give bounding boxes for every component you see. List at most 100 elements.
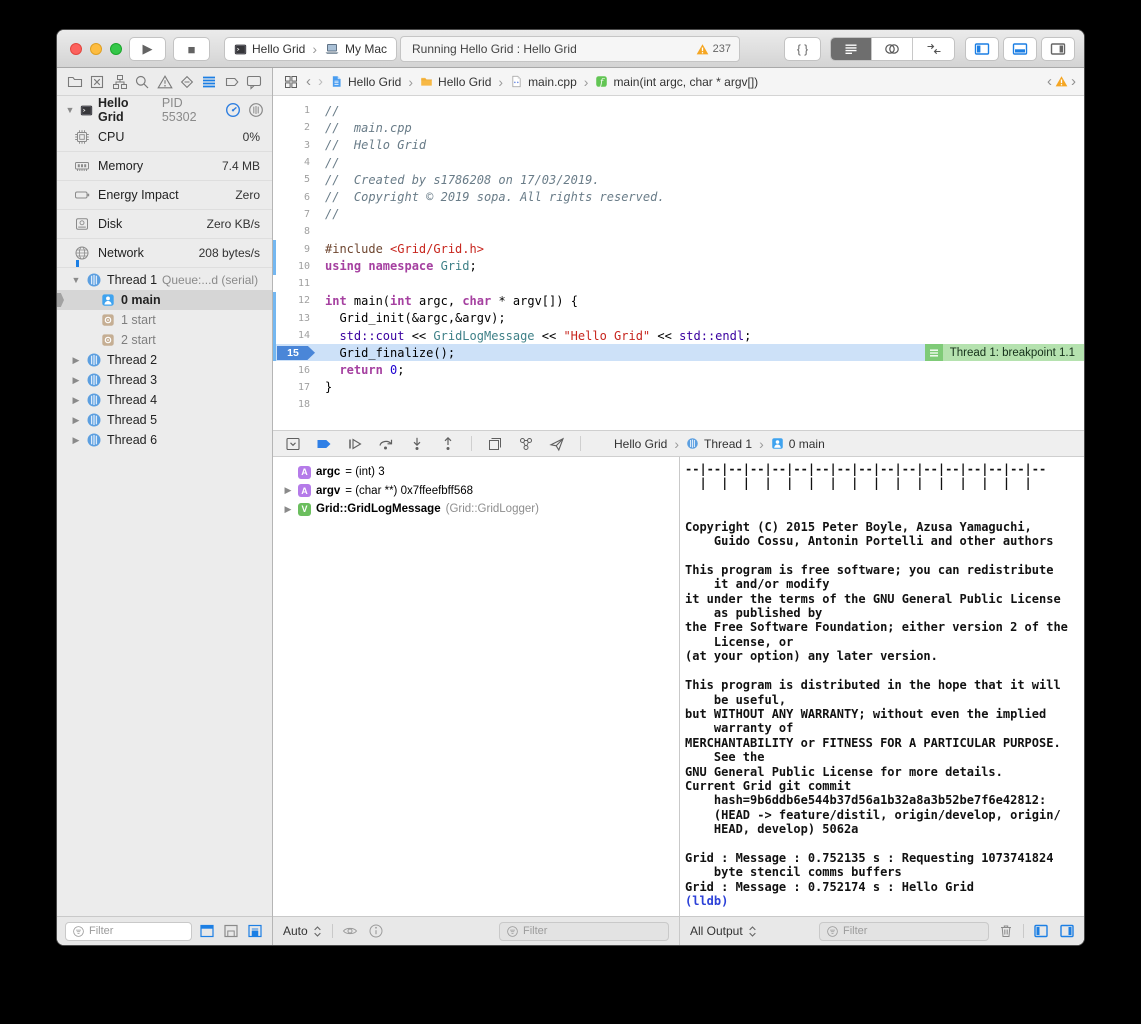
variables-filter-input[interactable] — [523, 925, 662, 937]
thread-row[interactable]: Thread 1Queue:...d (serial) — [57, 270, 272, 290]
line-number-gutter[interactable]: 12 — [273, 295, 317, 306]
code-line[interactable]: 8 — [273, 223, 1084, 240]
show-stack-frames-button[interactable] — [246, 922, 264, 940]
find-navigator-icon[interactable] — [133, 73, 151, 91]
debug-crumb-item[interactable]: 0 main — [771, 437, 825, 451]
library-button[interactable]: { } — [784, 37, 821, 61]
quicklook-button[interactable] — [341, 922, 359, 940]
clear-console-button[interactable] — [997, 922, 1015, 940]
code-line[interactable]: 2// main.cpp — [273, 119, 1084, 136]
variable-row[interactable]: Aargv = (char **) 0x7ffeefbff568 — [273, 482, 679, 501]
disclosure-triangle[interactable] — [283, 485, 293, 496]
warning-count-badge[interactable]: 237 — [696, 43, 731, 56]
disclosure-triangle[interactable] — [71, 415, 81, 426]
symbol-navigator-icon[interactable] — [111, 73, 129, 91]
jumpbar-item[interactable]: Hello Grid — [420, 75, 491, 89]
code-line[interactable]: 15 Grid_finalize();Thread 1: breakpoint … — [273, 344, 1084, 361]
assistant-editor-button[interactable] — [872, 38, 913, 60]
toggle-navigator-button[interactable] — [965, 37, 999, 61]
code-line[interactable]: 11 — [273, 275, 1084, 292]
code-line[interactable]: 12int main(int argc, char * argv[]) { — [273, 292, 1084, 309]
toggle-variables-view-button[interactable] — [1032, 922, 1050, 940]
line-number-gutter[interactable]: 2 — [273, 122, 317, 133]
disclosure-triangle[interactable] — [283, 504, 293, 515]
disclosure-triangle[interactable] — [71, 375, 81, 386]
code-line[interactable]: 7// — [273, 206, 1084, 223]
stack-frame-row[interactable]: 0 main — [57, 290, 272, 310]
breakpoint-annotation[interactable]: Thread 1: breakpoint 1.1 — [925, 344, 1084, 361]
disclosure-triangle[interactable] — [65, 105, 75, 115]
step-over-button[interactable] — [378, 436, 394, 452]
gauge-row[interactable]: Memory7.4 MB — [57, 151, 272, 180]
gauge-row[interactable]: CPU0% — [57, 122, 272, 151]
line-number-gutter[interactable]: 10 — [273, 261, 317, 272]
line-number-gutter[interactable]: 17 — [273, 382, 317, 393]
line-number-gutter[interactable]: 5 — [273, 174, 317, 185]
thread-row[interactable]: Thread 6 — [57, 430, 272, 450]
variables-scope-dropdown[interactable]: Auto — [283, 924, 324, 938]
gauge-row[interactable]: DiskZero KB/s — [57, 209, 272, 238]
step-out-button[interactable] — [440, 436, 456, 452]
thread-row[interactable]: Thread 4 — [57, 390, 272, 410]
minimize-button[interactable] — [90, 43, 102, 55]
test-navigator-icon[interactable] — [178, 73, 196, 91]
line-number-gutter[interactable]: 11 — [273, 278, 317, 289]
line-number-gutter[interactable]: 6 — [273, 192, 317, 203]
code-line[interactable]: 17} — [273, 379, 1084, 396]
process-row[interactable]: Hello Grid PID 55302 — [57, 96, 272, 122]
console-scope-dropdown[interactable]: All Output — [690, 924, 759, 938]
disclosure-triangle[interactable] — [71, 355, 81, 366]
show-crashed-threads-button[interactable] — [222, 922, 240, 940]
disclosure-triangle[interactable] — [71, 395, 81, 406]
print-description-button[interactable] — [367, 922, 385, 940]
toggle-inspector-button[interactable] — [1041, 37, 1075, 61]
previous-issue-button[interactable]: ‹ — [1047, 74, 1052, 89]
line-number-gutter[interactable]: 4 — [273, 157, 317, 168]
thread-row[interactable]: Thread 5 — [57, 410, 272, 430]
gauge-row[interactable]: Energy ImpactZero — [57, 180, 272, 209]
variables-filter-field[interactable] — [499, 922, 669, 941]
line-number-gutter[interactable]: 18 — [273, 399, 317, 410]
view-hierarchy-button[interactable] — [487, 436, 503, 452]
disclosure-triangle[interactable] — [71, 435, 81, 446]
line-number-gutter[interactable]: 14 — [273, 330, 317, 341]
go-forward-button[interactable]: › — [318, 74, 323, 89]
next-issue-button[interactable]: › — [1071, 74, 1076, 89]
line-number-gutter[interactable]: 3 — [273, 140, 317, 151]
debug-navigator-icon[interactable] — [200, 73, 218, 91]
run-button[interactable]: ▶ — [129, 37, 166, 61]
toggle-debug-area-button[interactable] — [1003, 37, 1037, 61]
code-line[interactable]: 14 std::cout << GridLogMessage << "Hello… — [273, 327, 1084, 344]
code-line[interactable]: 18 — [273, 396, 1084, 413]
code-line[interactable]: 5// Created by s1786208 on 17/03/2019. — [273, 171, 1084, 188]
variables-view[interactable]: Aargc = (int) 3Aargv = (char **) 0x7ffee… — [273, 457, 679, 916]
code-line[interactable]: 4// — [273, 154, 1084, 171]
code-line[interactable]: 10using namespace Grid; — [273, 258, 1084, 275]
scheme-selector[interactable]: Hello Grid My Mac — [224, 37, 397, 61]
thread-row[interactable]: Thread 2 — [57, 350, 272, 370]
code-line[interactable]: 16 return 0; — [273, 361, 1084, 378]
line-number-gutter[interactable]: 9 — [273, 244, 317, 255]
jumpbar-item[interactable]: fmain(int argc, char * argv[]) — [595, 75, 758, 89]
version-editor-button[interactable] — [913, 38, 954, 60]
navigator-filter-field[interactable] — [65, 922, 192, 941]
variable-row[interactable]: Aargc = (int) 3 — [273, 463, 679, 482]
project-navigator-icon[interactable] — [66, 73, 84, 91]
step-into-button[interactable] — [409, 436, 425, 452]
jumpbar-item[interactable]: Hello Grid — [330, 75, 401, 89]
debug-crumb-item[interactable]: Hello Grid — [596, 437, 667, 451]
gauge-row[interactable]: Network208 bytes/s — [57, 238, 272, 267]
variable-row[interactable]: VGrid::GridLogMessage(Grid::GridLogger) — [273, 500, 679, 519]
stack-frame-row[interactable]: 1 start — [57, 310, 272, 330]
breakpoint-navigator-icon[interactable] — [223, 73, 241, 91]
breakpoints-toggle-button[interactable] — [316, 436, 332, 452]
line-number-gutter[interactable]: 16 — [273, 365, 317, 376]
console-filter-input[interactable] — [843, 925, 982, 937]
simulate-location-button[interactable] — [549, 436, 565, 452]
line-number-gutter[interactable]: 8 — [273, 226, 317, 237]
jumpbar-item[interactable]: main.cpp — [510, 75, 577, 89]
code-line[interactable]: 13 Grid_init(&argc,&argv); — [273, 310, 1084, 327]
zoom-button[interactable] — [110, 43, 122, 55]
memory-graph-button[interactable] — [518, 436, 534, 452]
line-number-gutter[interactable]: 13 — [273, 313, 317, 324]
